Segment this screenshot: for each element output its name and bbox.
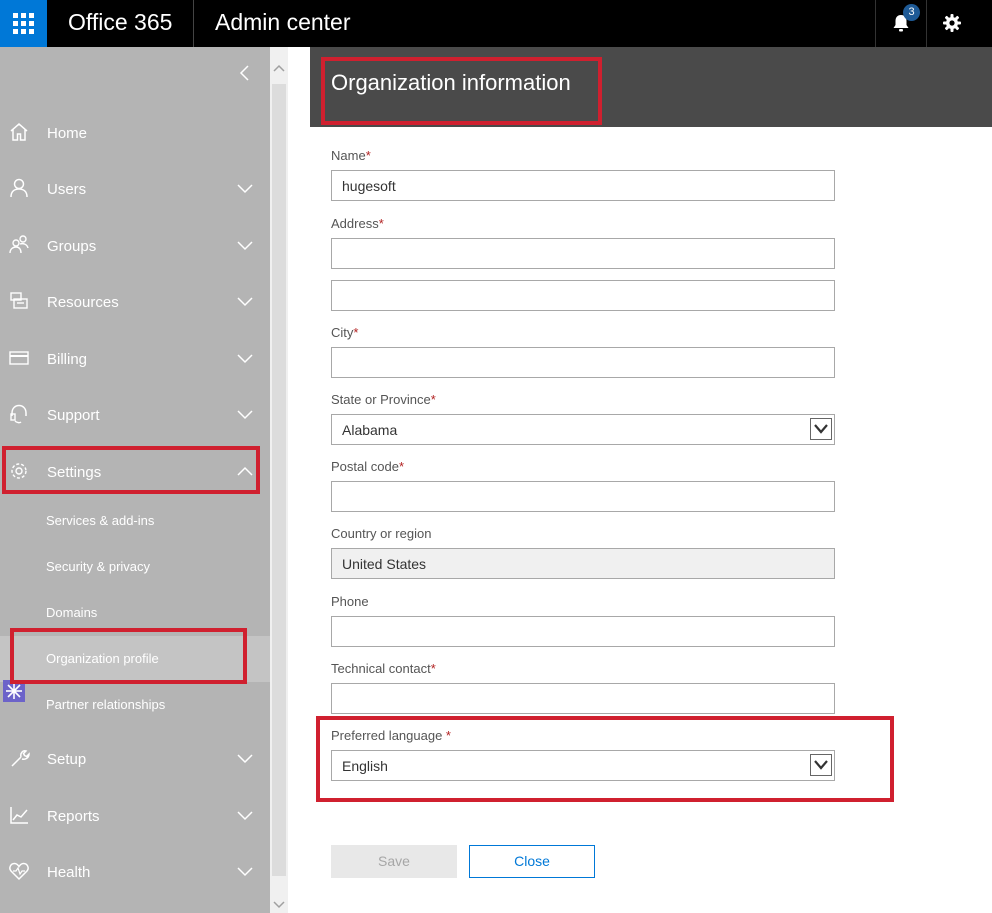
sidebar-item-home[interactable]: Home — [0, 113, 270, 153]
top-bar: Office 365 Admin center 3 — [0, 0, 992, 47]
phone-field[interactable] — [331, 616, 835, 647]
notifications-button[interactable]: 3 — [875, 0, 925, 47]
app-launcher-button[interactable] — [0, 0, 47, 47]
postal-code-field[interactable] — [331, 481, 835, 512]
sidebar-item-health[interactable]: Health — [0, 852, 270, 892]
state-label: State or Province* — [331, 392, 436, 407]
state-select[interactable]: Alabama — [331, 414, 835, 445]
sidebar-item-reports[interactable]: Reports — [0, 796, 270, 836]
settings-highlight — [2, 446, 260, 494]
sidebar-item-label: Groups — [47, 238, 97, 255]
name-field[interactable]: hugesoft — [331, 170, 835, 201]
sidebar-subitem-label: Partner relationships — [46, 697, 166, 712]
technical-contact-field[interactable] — [331, 683, 835, 714]
address-label: Address* — [331, 216, 384, 231]
sidebar-item-label: Billing — [47, 351, 88, 368]
headset-icon — [10, 404, 27, 424]
sidebar-item-billing[interactable]: Billing — [0, 339, 270, 379]
divider — [193, 0, 194, 47]
sidebar-item-users[interactable]: Users — [0, 169, 270, 209]
sidebar-subitem-services[interactable]: Services & add-ins — [0, 498, 270, 544]
postal-code-label: Postal code* — [331, 459, 404, 474]
country-label: Country or region — [331, 526, 432, 541]
sidebar-scrollbar-thumb[interactable] — [272, 84, 286, 876]
address-line2-field[interactable] — [331, 280, 835, 311]
gear-icon — [943, 14, 961, 32]
sidebar-item-label: Setup — [47, 751, 87, 768]
name-label: Name* — [331, 148, 371, 163]
user-icon — [10, 178, 28, 198]
sidebar-item-label: Reports — [47, 808, 100, 825]
address-line1-field[interactable] — [331, 238, 835, 269]
chart-icon — [10, 807, 28, 824]
sidebar-item-label: Health — [47, 864, 91, 881]
city-field[interactable] — [331, 347, 835, 378]
chevron-left-icon — [239, 65, 249, 81]
waffle-icon — [13, 13, 34, 34]
chevron-down-icon — [237, 241, 253, 251]
sidebar-item-label: Support — [47, 407, 100, 424]
city-label: City* — [331, 325, 359, 340]
sidebar-subitem-label: Services & add-ins — [46, 513, 155, 528]
notification-count-badge: 3 — [903, 4, 920, 21]
sidebar-subitem-label: Security & privacy — [46, 559, 151, 574]
resources-icon — [10, 292, 28, 309]
sidebar-item-label: Users — [47, 181, 87, 198]
chevron-down-icon — [273, 901, 285, 909]
panel-title-highlight — [321, 57, 602, 125]
sidebar-item-setup[interactable]: Setup — [0, 739, 270, 779]
chevron-down-icon — [237, 410, 253, 420]
sidebar-subitem-label: Domains — [46, 605, 98, 620]
close-button[interactable]: Close — [469, 845, 595, 878]
sidebar-item-label: Home — [47, 125, 88, 142]
sidebar-subitem-security[interactable]: Security & privacy — [0, 544, 270, 590]
chevron-down-icon — [237, 297, 253, 307]
sidebar-item-groups[interactable]: Groups — [0, 226, 270, 266]
app-title: Admin center — [215, 9, 351, 35]
save-button[interactable]: Save — [331, 845, 457, 878]
wrench-icon — [11, 750, 30, 767]
brand-title[interactable]: Office 365 — [68, 9, 172, 36]
dropdown-button[interactable] — [810, 418, 832, 440]
groups-icon — [9, 235, 29, 254]
chevron-down-icon — [237, 754, 253, 764]
chevron-down-icon — [237, 184, 253, 194]
settings-button[interactable] — [926, 0, 976, 47]
collapse-sidebar-button[interactable] — [233, 61, 257, 85]
chevron-down-icon — [814, 424, 828, 434]
chevron-down-icon — [237, 811, 253, 821]
preferred-language-highlight — [316, 716, 894, 802]
country-field: United States — [331, 548, 835, 579]
heart-icon — [9, 862, 29, 881]
chevron-down-icon — [237, 867, 253, 877]
home-icon — [10, 123, 28, 141]
chevron-up-icon — [273, 64, 285, 72]
scroll-up-arrow[interactable] — [270, 60, 288, 78]
sidebar-subitem-partners[interactable]: Partner relationships — [0, 682, 270, 728]
billing-icon — [9, 351, 29, 365]
organization-profile-highlight — [10, 628, 247, 684]
phone-label: Phone — [331, 594, 369, 609]
chevron-down-icon — [237, 354, 253, 364]
sidebar-item-support[interactable]: Support — [0, 395, 270, 435]
sidebar-item-resources[interactable]: Resources — [0, 282, 270, 322]
technical-contact-label: Technical contact* — [331, 661, 436, 676]
scroll-down-arrow[interactable] — [270, 896, 288, 913]
sidebar-item-label: Resources — [47, 294, 119, 311]
